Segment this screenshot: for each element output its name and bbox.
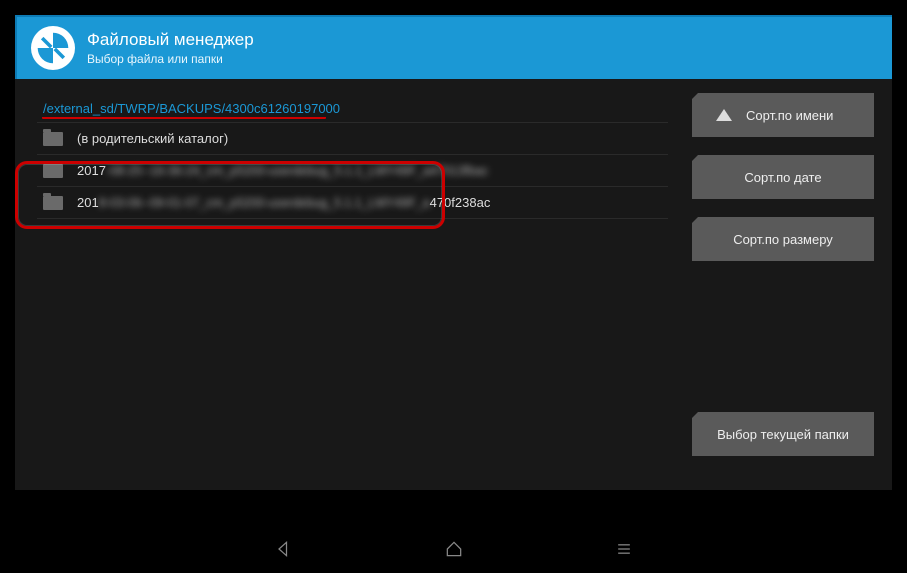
sort-buttons-panel: Сорт.по имени Сорт.по дате Сорт.по разме…: [692, 93, 874, 490]
sort-direction-icon: [716, 109, 732, 121]
sort-by-size-button[interactable]: Сорт.по размеру: [692, 217, 874, 261]
page-subtitle: Выбор файла или папки: [87, 52, 254, 66]
folder-row[interactable]: 2017-08-25--16-36-24_cm_p5200-userdebug_…: [37, 155, 668, 187]
recent-apps-icon[interactable]: [614, 539, 634, 559]
folder-row[interactable]: 2018-03-06--09-01-07_cm_p5200-userdebug_…: [37, 187, 668, 219]
page-title: Файловый менеджер: [87, 30, 254, 50]
parent-folder-row[interactable]: (в родительский каталог): [37, 123, 668, 155]
header: Файловый менеджер Выбор файла или папки: [15, 15, 892, 79]
sort-by-name-button[interactable]: Сорт.по имени: [692, 93, 874, 137]
annotation-underline: [42, 116, 326, 119]
home-icon[interactable]: [444, 539, 464, 559]
twrp-logo-icon: [31, 26, 75, 70]
folder-icon: [43, 164, 63, 178]
back-icon[interactable]: [274, 539, 294, 559]
android-navbar: [0, 525, 907, 573]
select-current-folder-button[interactable]: Выбор текущей папки: [692, 412, 874, 456]
folder-icon: [43, 196, 63, 210]
sort-by-date-button[interactable]: Сорт.по дате: [692, 155, 874, 199]
folder-icon: [43, 132, 63, 146]
file-list-panel: /external_sd/TWRP/BACKUPS/4300c612601970…: [37, 93, 668, 490]
current-path[interactable]: /external_sd/TWRP/BACKUPS/4300c612601970…: [37, 93, 668, 123]
